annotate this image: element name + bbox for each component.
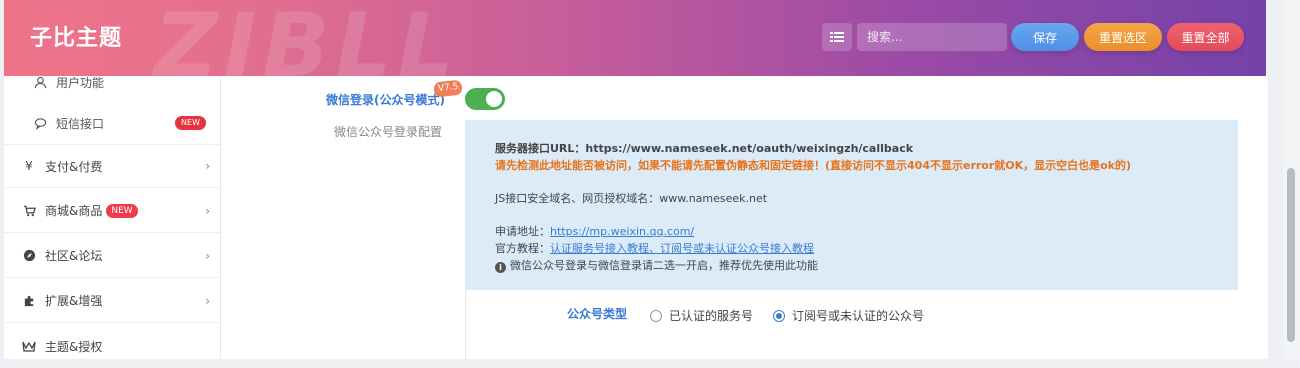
radio-circle[interactable] xyxy=(650,309,662,322)
new-badge: NEW xyxy=(106,203,138,218)
tutorial-link[interactable]: 认证服务号接入教程、订阅号或未认证公众号接入教程 xyxy=(550,242,814,255)
radio-circle-checked[interactable] xyxy=(773,309,785,322)
sidebar-item-sms[interactable]: 短信接口 NEW xyxy=(4,101,220,145)
list-icon xyxy=(830,32,844,42)
chevron-right-icon: › xyxy=(205,203,210,218)
tutorial-prefix: 官方教程： xyxy=(495,242,550,255)
wechat-config-label: 微信公众号登录配置 xyxy=(334,125,443,139)
radio-label: 订阅号或未认证的公众号 xyxy=(792,309,925,323)
brand-title: 子比主题 xyxy=(30,26,123,51)
wechat-login-label: 微信登录(公众号模式) xyxy=(326,93,445,107)
settings-panel: 微信登录(公众号模式) V7.5 微信公众号登录配置 服务器接口URL：http… xyxy=(221,76,1268,359)
wechat-login-toggle[interactable] xyxy=(465,88,505,110)
scrollbar-thumb[interactable] xyxy=(1287,168,1295,342)
sidebar-item-label: 商城&商品 xyxy=(45,204,103,218)
puzzle-icon xyxy=(19,294,39,307)
theme-icon xyxy=(19,340,39,353)
chevron-right-icon: › xyxy=(205,159,210,173)
cart-icon xyxy=(19,205,39,217)
sidebar-item-label: 社区&论坛 xyxy=(45,249,103,263)
account-type-row: 公众号类型 已认证的服务号 订阅号或未认证的公众号 xyxy=(465,290,1239,359)
sidebar-item-theme-license[interactable]: 主题&授权 xyxy=(4,324,220,368)
sidebar-item-label: 用户功能 xyxy=(56,75,105,90)
sidebar-item-label: 支付&付费 xyxy=(45,159,103,174)
info-box: 服务器接口URL：https://www.nameseek.net/oauth/… xyxy=(465,120,1238,290)
yen-icon: ¥ xyxy=(25,159,33,173)
reset-section-button[interactable]: 重置选区 xyxy=(1084,23,1162,51)
apply-line: 申请地址：https://mp.weixin.qq.com/ xyxy=(495,223,694,239)
app-header: ZIBLL 子比主题 保存 重置选区 重置全部 xyxy=(4,0,1266,76)
message-icon xyxy=(30,117,50,130)
sidebar-item-label: 短信接口 xyxy=(56,116,105,131)
sidebar-item-label: 主题&授权 xyxy=(45,339,103,354)
sidebar-item-extensions[interactable]: 扩展&增强 › xyxy=(4,279,220,323)
chevron-right-icon: › xyxy=(205,248,210,263)
compass-icon xyxy=(19,249,39,262)
sidebar-item-shop[interactable]: 商城&商品 NEW › xyxy=(4,189,220,233)
header-watermark: ZIBLL xyxy=(154,0,460,76)
js-domain-line: JS接口安全域名、网页授权域名：www.nameseek.net xyxy=(495,192,768,205)
version-badge: V7.5 xyxy=(433,79,464,98)
tutorial-line: 官方教程：认证服务号接入教程、订阅号或未认证公众号接入教程 xyxy=(495,240,814,256)
account-type-label: 公众号类型 xyxy=(567,307,628,321)
chevron-right-icon: › xyxy=(205,293,210,308)
sidebar-item-community[interactable]: 社区&论坛 › xyxy=(4,234,220,278)
apply-prefix: 申请地址： xyxy=(495,225,550,238)
info-icon: i xyxy=(495,262,506,273)
apply-link[interactable]: https://mp.weixin.qq.com/ xyxy=(550,225,694,238)
sidebar-item-payment[interactable]: ¥ 支付&付费 › xyxy=(4,144,220,188)
server-url-line: 服务器接口URL：https://www.nameseek.net/oauth/… xyxy=(495,142,914,155)
sidebar-item-label: 扩展&增强 xyxy=(45,294,103,308)
reset-all-button[interactable]: 重置全部 xyxy=(1167,23,1244,51)
save-button[interactable]: 保存 xyxy=(1011,23,1079,51)
notice-text: 微信公众号登录与微信登录请二选一开启，推荐优先使用此功能 xyxy=(510,259,818,272)
radio-label: 已认证的服务号 xyxy=(669,309,754,323)
new-badge: NEW xyxy=(175,116,206,130)
notice-line: i 微信公众号登录与微信登录请二选一开启，推荐优先使用此功能 xyxy=(495,257,818,273)
radio-subscription[interactable]: 订阅号或未认证的公众号 xyxy=(773,307,924,324)
search-input[interactable] xyxy=(857,23,1007,51)
user-icon xyxy=(30,76,50,89)
list-toggle-button[interactable] xyxy=(822,23,852,51)
warning-line: 请先检测此地址能否被访问，如果不能请先配置伪静态和固定链接！(直接访问不显示40… xyxy=(495,159,1132,172)
toggle-knob xyxy=(486,91,502,107)
radio-verified-service[interactable]: 已认证的服务号 xyxy=(650,307,753,324)
